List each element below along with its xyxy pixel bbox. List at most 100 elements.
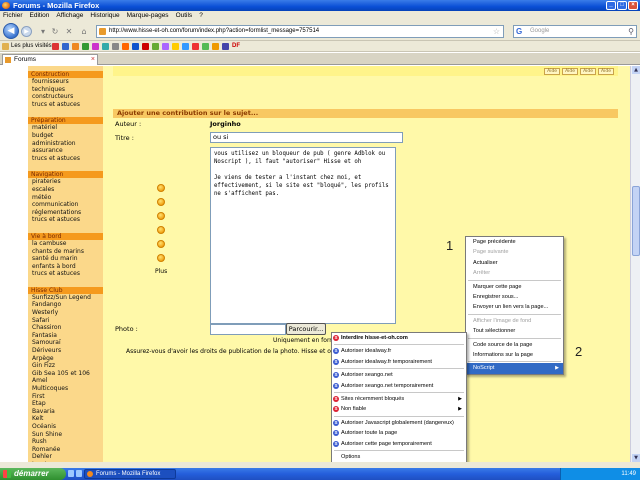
bookmark-favicon[interactable] xyxy=(192,43,199,50)
sidebar-link[interactable]: Chassiron xyxy=(28,324,103,332)
sidebar-link[interactable]: santé du marin xyxy=(28,255,103,263)
message-textarea[interactable]: vous utilisez un bloqueur de pub ( genre… xyxy=(210,147,396,324)
sidebar-link[interactable]: trucs et astuces xyxy=(28,216,103,224)
noscript-menu-item[interactable]: S Autoriser seango.net temporairement xyxy=(332,381,466,391)
scroll-thumb[interactable] xyxy=(632,186,640,256)
sidebar-link[interactable]: Océanis xyxy=(28,423,103,431)
bookmark-favicon[interactable] xyxy=(172,43,179,50)
sidebar-link[interactable]: Dehler xyxy=(28,453,103,461)
smiley-icon[interactable] xyxy=(157,184,165,192)
bookmark-favicon[interactable] xyxy=(102,43,109,50)
bookmark-favicon[interactable] xyxy=(142,43,149,50)
tab-close-icon[interactable]: × xyxy=(91,55,95,65)
reload-icon[interactable]: ↻ xyxy=(50,27,60,36)
sidebar-link[interactable]: Rush xyxy=(28,438,103,446)
bookmark-favicon[interactable] xyxy=(222,43,229,50)
context-menu-item[interactable]: Tout sélectionner xyxy=(466,326,563,336)
dropdown-icon[interactable]: ▾ xyxy=(38,27,48,36)
taskbar-firefox-task[interactable]: Forums - Mozilla Firefox xyxy=(84,469,176,479)
sidebar-link[interactable]: Arpège xyxy=(28,355,103,363)
title-input[interactable]: ou si xyxy=(210,132,403,143)
sidebar-link[interactable]: enfants à bord xyxy=(28,263,103,271)
start-button[interactable]: démarrer xyxy=(0,468,66,480)
sidebar-link[interactable]: Gin Fizz xyxy=(28,362,103,370)
sidebar-link[interactable]: Kelt xyxy=(28,415,103,423)
noscript-menu-item[interactable]: S Autoriser idealway.fr xyxy=(332,346,466,356)
url-bar[interactable]: http://www.hisse-et-oh.com/forum/index.p… xyxy=(96,25,504,38)
menu-edition[interactable]: Edition xyxy=(30,11,50,21)
bookmark-most-visited[interactable]: Les plus visités xyxy=(11,43,52,49)
noscript-menu-item[interactable]: S Autoriser seango.net xyxy=(332,370,466,380)
sidebar-link[interactable]: trucs et astuces xyxy=(28,155,103,163)
noscript-menu-item[interactable]: S Autoriser cette page temporairement xyxy=(332,439,466,449)
bookmark-favicon[interactable] xyxy=(132,43,139,50)
quicklaunch-icon[interactable] xyxy=(68,470,74,477)
scroll-up-icon[interactable]: ▲ xyxy=(632,66,640,74)
bookmark-df[interactable]: DF xyxy=(232,43,240,50)
sidebar-link[interactable]: techniques xyxy=(28,86,103,94)
sidebar-link[interactable]: assurance xyxy=(28,147,103,155)
topbar-button[interactable]: Aide xyxy=(598,68,614,75)
bookmark-favicon[interactable] xyxy=(212,43,219,50)
noscript-menu-item[interactable]: Options xyxy=(332,452,466,462)
context-menu-item[interactable]: Actualiser xyxy=(466,258,563,268)
sidebar-link[interactable]: First xyxy=(28,393,103,401)
context-menu-item[interactable]: Marquer cette page xyxy=(466,282,563,292)
sidebar-link[interactable]: Sun Shine xyxy=(28,431,103,439)
photo-file-input[interactable] xyxy=(210,324,286,335)
sidebar-link[interactable]: Sunfizz/Sun Legend xyxy=(28,294,103,302)
sidebar-link[interactable]: Fandango xyxy=(28,301,103,309)
menu-marque-pages[interactable]: Marque-pages xyxy=(127,11,169,21)
sidebar-link[interactable]: Multicoques xyxy=(28,385,103,393)
noscript-menu-item[interactable]: S Autoriser Javascript globalement (dange… xyxy=(332,418,466,428)
sidebar-link[interactable]: trucs et astuces xyxy=(28,270,103,278)
sidebar-link[interactable]: matériel xyxy=(28,124,103,132)
sidebar-link[interactable]: Gib Sea 105 et 106 xyxy=(28,370,103,378)
noscript-menu-item[interactable]: S Non fiable ▶ xyxy=(332,404,466,414)
stop-icon[interactable]: ✕ xyxy=(64,27,74,36)
sidebar-link[interactable]: Etap xyxy=(28,400,103,408)
sidebar-link[interactable]: Safari xyxy=(28,317,103,325)
topbar-button[interactable]: Aide xyxy=(544,68,561,75)
maximize-icon[interactable]: □ xyxy=(617,1,627,10)
context-menu-item[interactable]: Informations sur la page xyxy=(466,350,563,360)
more-smileys-link[interactable]: Plus xyxy=(155,268,167,275)
bookmark-favicon[interactable] xyxy=(52,43,59,50)
minimize-icon[interactable]: _ xyxy=(606,1,616,10)
sidebar-link[interactable]: escales xyxy=(28,186,103,194)
menu-historique[interactable]: Historique xyxy=(90,11,119,21)
bookmark-favicon[interactable] xyxy=(72,43,79,50)
sidebar-link[interactable]: Samouraï xyxy=(28,339,103,347)
bookmark-favicon[interactable] xyxy=(162,43,169,50)
context-menu-item[interactable]: Envoyer un lien vers la page... xyxy=(466,302,563,312)
sidebar-link[interactable]: communication xyxy=(28,201,103,209)
smiley-icon[interactable] xyxy=(157,212,165,220)
menu-fichier[interactable]: Fichier xyxy=(3,11,23,21)
sidebar-link[interactable]: constructeurs xyxy=(28,93,103,101)
forward-button[interactable]: ▶ xyxy=(21,26,32,37)
bookmark-favicon[interactable] xyxy=(152,43,159,50)
sidebar-link[interactable]: budget xyxy=(28,132,103,140)
bookmark-favicon[interactable] xyxy=(122,43,129,50)
menu-help[interactable]: ? xyxy=(199,11,203,21)
sidebar-link[interactable]: trucs et astuces xyxy=(28,101,103,109)
menu-affichage[interactable]: Affichage xyxy=(56,11,83,21)
sidebar-link[interactable]: Fantasia xyxy=(28,332,103,340)
sidebar-link[interactable]: chants de marins xyxy=(28,248,103,256)
bookmark-favicon[interactable] xyxy=(62,43,69,50)
smiley-icon[interactable] xyxy=(157,240,165,248)
search-input[interactable]: G Google ⚲ xyxy=(513,25,637,38)
bookmark-favicon[interactable] xyxy=(182,43,189,50)
sidebar-link[interactable]: Romanée xyxy=(28,446,103,454)
noscript-menu-item[interactable]: S Interdire hisse-et-oh.com xyxy=(332,333,466,343)
bookmark-favicon[interactable] xyxy=(82,43,89,50)
close-icon[interactable]: × xyxy=(628,1,638,10)
sidebar-link[interactable]: pirateries xyxy=(28,178,103,186)
sidebar-link[interactable]: administration xyxy=(28,140,103,148)
sidebar-link[interactable]: Westerly xyxy=(28,309,103,317)
noscript-menu-item[interactable]: S Autoriser toute la page xyxy=(332,428,466,438)
scroll-down-icon[interactable]: ▼ xyxy=(632,454,640,462)
context-menu-item[interactable]: Enregistrer sous... xyxy=(466,292,563,302)
smiley-icon[interactable] xyxy=(157,254,165,262)
tab-forums[interactable]: Forums × xyxy=(2,54,98,65)
